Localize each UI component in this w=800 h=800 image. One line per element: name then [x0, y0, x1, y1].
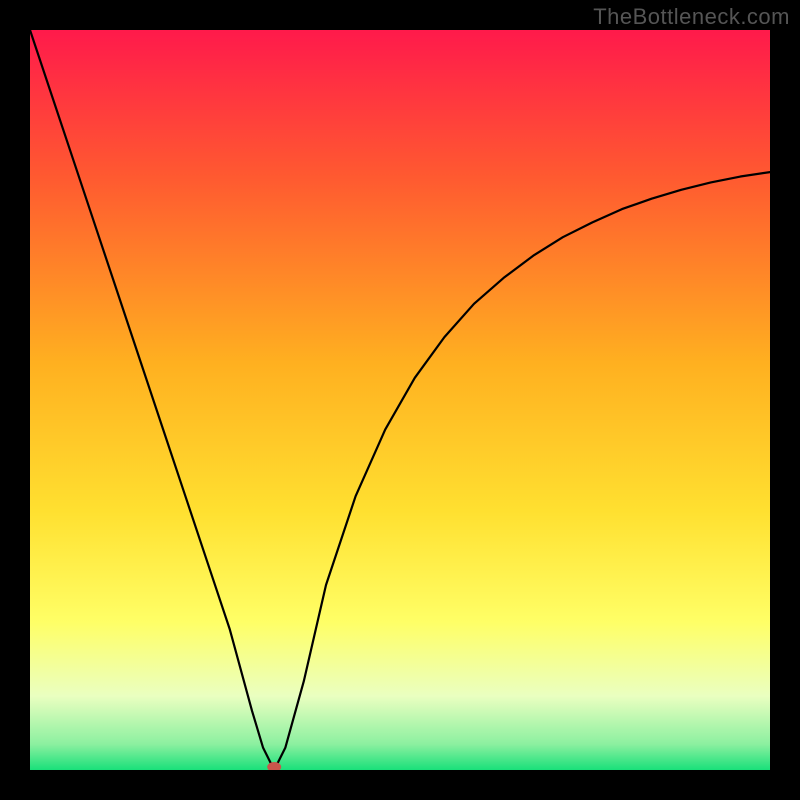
watermark-text: TheBottleneck.com [593, 4, 790, 30]
chart-frame: TheBottleneck.com [0, 0, 800, 800]
gradient-rect [30, 30, 770, 770]
plot-svg [30, 30, 770, 770]
plot-area [30, 30, 770, 770]
